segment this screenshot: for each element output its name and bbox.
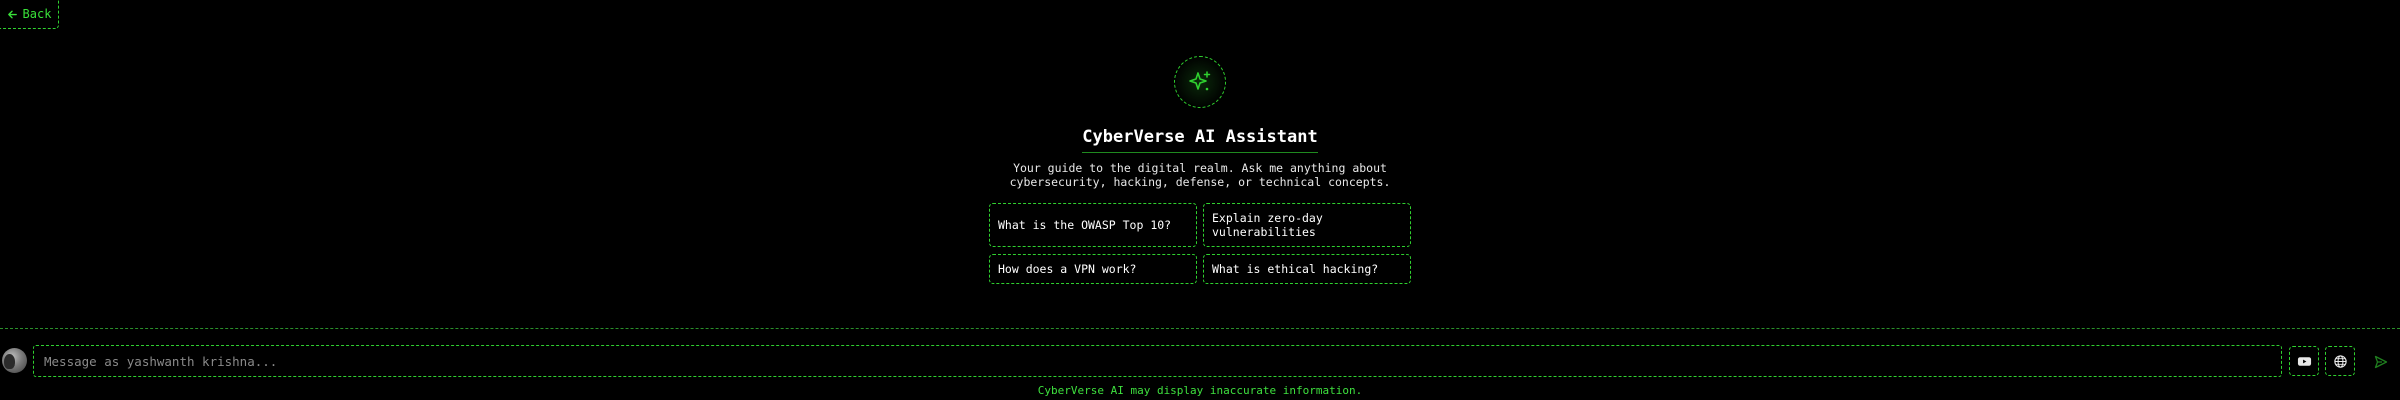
globe-icon <box>2333 354 2347 368</box>
send-icon <box>2374 355 2388 369</box>
suggestion-zero-day[interactable]: Explain zero-day vulnerabilities <box>1203 203 1411 247</box>
composer-divider <box>0 328 2400 329</box>
page-title: CyberVerse AI Assistant <box>1082 126 1318 153</box>
page-subtitle: Your guide to the digital realm. Ask me … <box>1009 161 1391 189</box>
message-input[interactable] <box>33 345 2282 377</box>
youtube-button[interactable] <box>2289 346 2319 376</box>
youtube-icon <box>2297 356 2311 366</box>
assistant-logo <box>1174 56 1226 108</box>
user-avatar[interactable] <box>2 348 27 373</box>
suggestion-grid: What is the OWASP Top 10? Explain zero-d… <box>989 203 1411 284</box>
suggestion-owasp[interactable]: What is the OWASP Top 10? <box>989 203 1197 247</box>
web-search-button[interactable] <box>2325 346 2355 376</box>
send-button[interactable] <box>2368 349 2394 375</box>
sparkles-icon <box>1189 71 1211 91</box>
suggestion-ethical-hacking[interactable]: What is ethical hacking? <box>1203 254 1411 284</box>
welcome-hero: CyberVerse AI Assistant Your guide to th… <box>0 0 2400 284</box>
suggestion-vpn[interactable]: How does a VPN work? <box>989 254 1197 284</box>
ai-disclaimer: CyberVerse AI may display inaccurate inf… <box>1037 384 1363 397</box>
